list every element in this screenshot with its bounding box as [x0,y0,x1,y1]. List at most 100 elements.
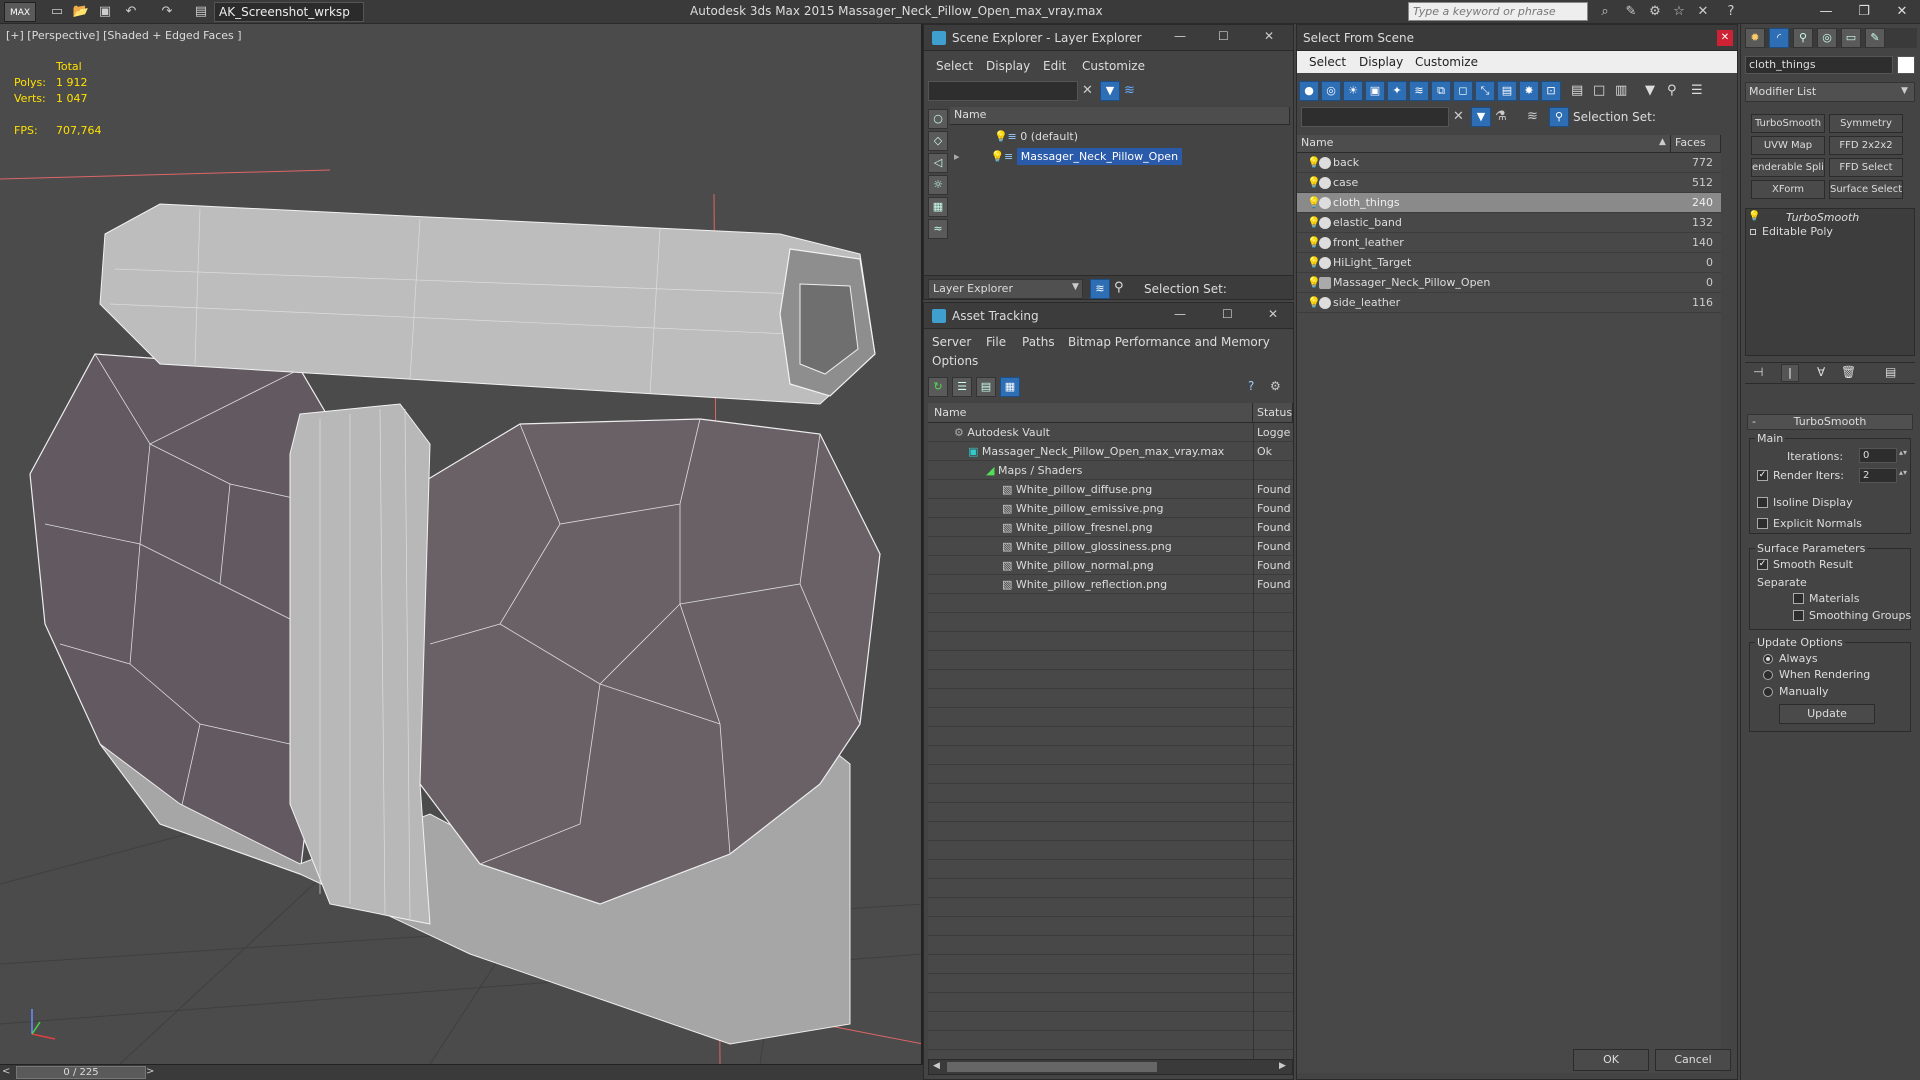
column-name-header[interactable]: Name [950,107,1290,125]
asset-row[interactable]: ▧ White_pillow_glossiness.png [928,537,1172,556]
redo-icon[interactable]: ↷ [158,3,176,21]
asset-row[interactable]: ▧ White_pillow_normal.png [928,556,1154,575]
hierarchy-tab-icon[interactable]: ⚲ [1793,28,1813,48]
asset-row[interactable]: ▣ Massager_Neck_Pillow_Open_max_vray.max [928,442,1224,461]
maximize-icon[interactable]: ☐ [1222,307,1233,321]
materials-checkbox[interactable] [1793,593,1804,604]
horizontal-scrollbar[interactable]: ◀ ▶ [928,1059,1293,1075]
asset-row[interactable]: ◢ Maps / Shaders [928,461,1082,480]
display-shapes-icon[interactable]: ◁ [928,153,948,173]
asset-tracking-title-bar[interactable]: Asset Tracking [924,303,1293,329]
close-icon[interactable]: ✕ [1884,0,1920,24]
layer-row-massager[interactable]: ▸ 💡 ≡ Massager_Neck_Pillow_Open [950,147,1290,166]
project-folder-icon[interactable]: ▤ [192,3,210,21]
modifier-button[interactable]: XForm [1751,180,1825,199]
display-lights-icon[interactable]: ☼ [928,175,948,195]
viewport-label[interactable]: [+] [Perspective] [Shaded + Edged Faces … [6,29,242,42]
explicit-normals-checkbox[interactable] [1757,518,1768,529]
menu-server[interactable]: Server [932,335,971,349]
perspective-viewport[interactable]: [+] [Perspective] [Shaded + Edged Faces … [0,24,923,1064]
filter-input[interactable] [928,81,1078,101]
column-faces-header[interactable]: Faces [1671,135,1721,153]
smoothing-groups-checkbox[interactable] [1793,610,1804,621]
when-rendering-radio[interactable] [1763,670,1773,680]
help-icon[interactable]: ? [1722,3,1740,21]
chevron-down-icon[interactable]: ▼ [1901,86,1908,96]
display-cameras-icon[interactable]: ▦ [928,197,948,217]
column-name-header[interactable]: Name [1297,135,1671,153]
render-iters-spinner[interactable]: 2 [1859,468,1897,483]
menu-edit[interactable]: Edit [1043,59,1066,73]
display-shapes-icon[interactable]: ◎ [1321,81,1341,101]
subscription-icon[interactable]: ⚙ [1646,3,1664,21]
display-hidden-icon[interactable]: ⊡ [1541,81,1561,101]
tools-icon[interactable]: ✎ [1622,3,1640,21]
menu-bitmap-performance[interactable]: Bitmap Performance and Memory [1068,335,1270,349]
expand-arrow-icon[interactable]: ▸ [954,150,960,163]
find-case-icon[interactable]: ⚗ [1495,109,1507,124]
manually-radio[interactable] [1763,687,1773,697]
explorer-type-dropdown[interactable]: Layer Explorer [928,279,1083,299]
search-input[interactable] [1301,107,1449,127]
asset-row[interactable]: ▧ White_pillow_diffuse.png [928,480,1152,499]
iterations-spinner[interactable]: 0 [1859,448,1897,463]
select-none-icon[interactable]: □ [1593,83,1605,98]
scroll-left-icon[interactable]: ◀ [933,1061,940,1071]
favorites-icon[interactable]: ☆ [1670,3,1688,21]
turbosmooth-rollout-title[interactable]: - TurboSmooth [1747,414,1913,430]
display-objects-icon[interactable]: ○ [928,109,948,129]
modifier-button[interactable]: enderable Splin [1751,158,1825,177]
modifier-button[interactable]: TurboSmooth [1751,114,1825,133]
menu-customize[interactable]: Customize [1082,59,1145,73]
prev-frame-icon[interactable]: < [2,1066,10,1077]
hierarchy-icon[interactable]: ⚲ [1114,280,1124,295]
isoline-display-checkbox[interactable] [1757,497,1768,508]
show-end-result-icon[interactable]: | [1781,364,1799,382]
menu-customize[interactable]: Customize [1415,55,1478,69]
close-icon[interactable]: ✕ [1717,30,1733,46]
new-file-icon[interactable]: ▭ [48,3,66,21]
open-file-icon[interactable]: 📂 [72,3,90,21]
binoculars-icon[interactable]: ⌕ [1596,3,1614,21]
invert-selection-icon[interactable]: ▥ [1615,83,1627,98]
minimize-icon[interactable]: — [1808,0,1844,24]
object-row[interactable]: 💡 elastic_band 132 [1297,213,1721,233]
cancel-button[interactable]: Cancel [1655,1049,1731,1071]
stack-item-editable-poly[interactable]: Editable Poly [1762,225,1833,238]
app-logo[interactable]: MAX [4,2,36,22]
refresh-icon[interactable]: ↻ [928,377,948,397]
render-iters-checkbox[interactable]: ✓ [1757,470,1768,481]
minimize-icon[interactable]: — [1174,307,1186,321]
menu-display[interactable]: Display [986,59,1030,73]
stack-item-turbosmooth[interactable]: TurboSmooth [1786,211,1859,224]
expand-icon[interactable] [1750,229,1756,235]
hierarchy-icon[interactable]: ⚲ [1667,83,1677,98]
list-view-icon[interactable]: ☰ [952,377,972,397]
remove-modifier-icon[interactable]: 🗑 [1841,365,1856,379]
table-view-icon[interactable]: ▦ [1000,377,1020,397]
hierarchy-toggle-icon[interactable]: ⚲ [1549,107,1569,127]
menu-file[interactable]: File [986,335,1006,349]
object-row[interactable]: 💡 Massager_Neck_Pillow_Open 0 [1297,273,1721,293]
menu-select[interactable]: Select [936,59,973,73]
restore-icon[interactable]: ❐ [1846,0,1882,24]
search-input[interactable]: Type a keyword or phrase [1408,2,1588,21]
modifier-button[interactable]: UVW Map [1751,136,1825,155]
object-row[interactable]: 💡 back 772 [1297,153,1721,173]
display-lights-icon[interactable]: ☀ [1343,81,1363,101]
scrollbar-thumb[interactable] [947,1062,1157,1072]
ok-button[interactable]: OK [1573,1049,1649,1071]
select-from-scene-title-bar[interactable]: Select From Scene [1297,25,1737,51]
modify-tab-icon[interactable]: ◜ [1769,28,1789,48]
create-tab-icon[interactable]: ✹ [1745,28,1765,48]
object-row[interactable]: 💡 HiLight_Target 0 [1297,253,1721,273]
make-unique-icon[interactable]: ∀ [1817,365,1825,379]
help-icon[interactable]: ? [1248,379,1254,393]
select-all-icon[interactable]: ▤ [1571,83,1583,98]
object-color-swatch[interactable] [1897,56,1915,74]
display-geometry-icon[interactable]: ◇ [928,131,948,151]
modifier-button[interactable]: FFD Select [1829,158,1903,177]
modifier-button[interactable]: FFD 2x2x2 [1829,136,1903,155]
object-row[interactable]: 💡 front_leather 140 [1297,233,1721,253]
pin-stack-icon[interactable]: ⊣ [1753,365,1763,379]
